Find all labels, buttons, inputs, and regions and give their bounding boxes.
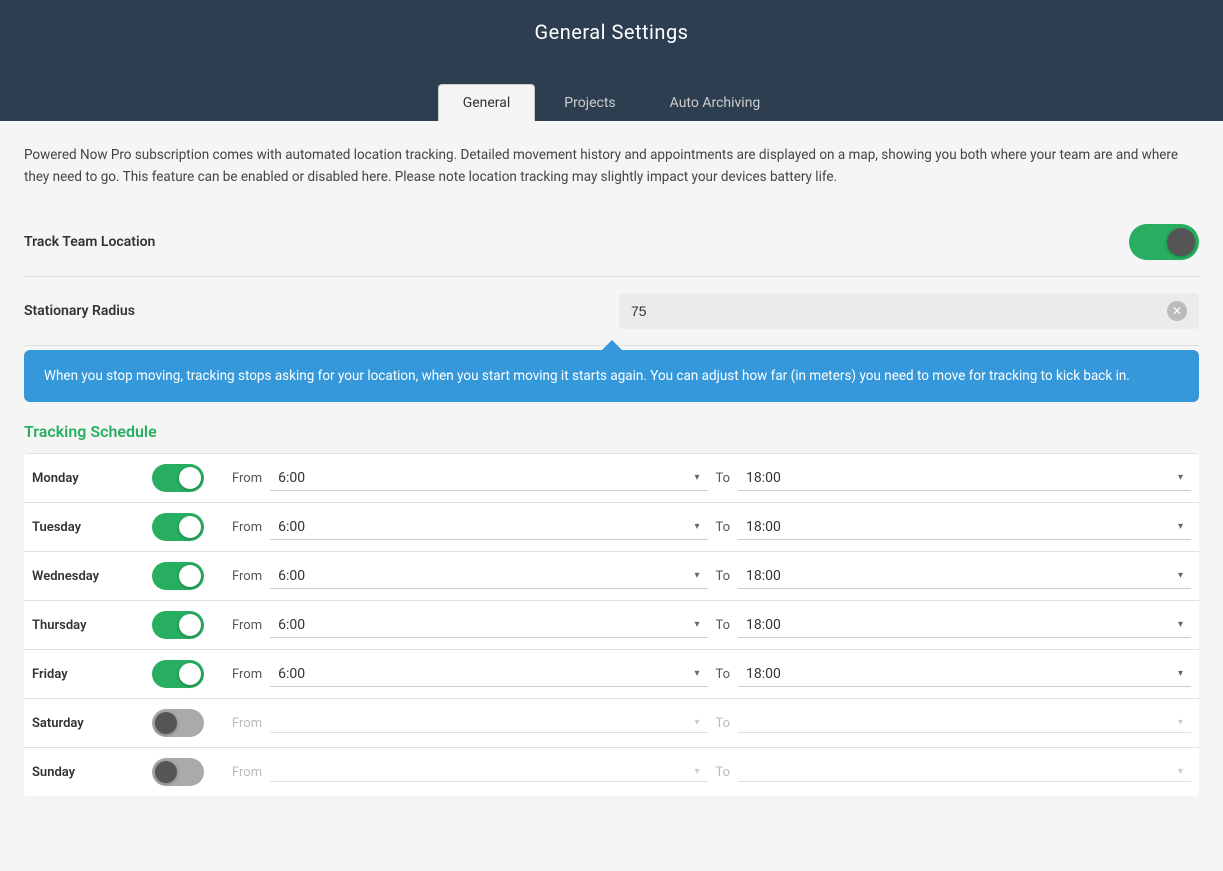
chevron-down-icon: ▾ — [1178, 766, 1183, 777]
tuesday-from-section: From 6:00 ▾ — [224, 515, 708, 540]
chevron-down-icon: ▾ — [1178, 472, 1183, 483]
thursday-to-section: To 18:00 ▾ — [708, 613, 1192, 638]
chevron-down-icon: ▾ — [1178, 570, 1183, 581]
from-label-sunday: From — [232, 765, 262, 780]
thursday-from-dropdown[interactable]: 6:00 ▾ — [270, 613, 707, 638]
stationary-radius-input[interactable] — [631, 303, 1167, 319]
friday-to-dropdown[interactable]: 18:00 ▾ — [738, 662, 1191, 687]
friday-to-section: To 18:00 ▾ — [708, 662, 1192, 687]
thursday-toggle[interactable] — [152, 611, 204, 639]
schedule-row-wednesday: Wednesday From 6:00 ▾ To 18:00 — [24, 552, 1199, 601]
day-monday: Monday — [32, 471, 152, 486]
day-tuesday: Tuesday — [32, 520, 152, 535]
from-label-saturday: From — [232, 716, 262, 731]
sunday-from-section: From ▾ — [224, 762, 708, 782]
to-label-wednesday: To — [716, 569, 731, 584]
tab-general[interactable]: General — [438, 84, 536, 121]
sunday-to-dropdown: ▾ — [738, 762, 1191, 782]
saturday-from-section: From ▾ — [224, 713, 708, 733]
to-label-tuesday: To — [716, 520, 731, 535]
schedule-row-sunday: Sunday From ▾ To ▾ — [24, 748, 1199, 796]
tab-projects[interactable]: Projects — [539, 84, 640, 121]
monday-from-dropdown[interactable]: 6:00 ▾ — [270, 466, 707, 491]
toggle-track — [1129, 224, 1199, 260]
day-thursday: Thursday — [32, 618, 152, 633]
chevron-down-icon: ▾ — [694, 717, 699, 728]
wednesday-from-dropdown[interactable]: 6:00 ▾ — [270, 564, 707, 589]
description-text: Powered Now Pro subscription comes with … — [24, 145, 1199, 188]
day-sunday: Sunday — [32, 765, 152, 780]
chevron-down-icon: ▾ — [694, 766, 699, 777]
friday-from-dropdown[interactable]: 6:00 ▾ — [270, 662, 707, 687]
stationary-radius-label: Stationary Radius — [24, 303, 135, 319]
from-label-wednesday: From — [232, 569, 262, 584]
chevron-down-icon: ▾ — [694, 472, 699, 483]
from-label-friday: From — [232, 667, 262, 682]
chevron-down-icon: ▾ — [694, 668, 699, 679]
sunday-from-dropdown: ▾ — [270, 762, 707, 782]
wednesday-from-section: From 6:00 ▾ — [224, 564, 708, 589]
chevron-down-icon: ▾ — [1178, 668, 1183, 679]
monday-to-section: To 18:00 ▾ — [708, 466, 1192, 491]
chevron-down-icon: ▾ — [1178, 521, 1183, 532]
track-team-location-row: Track Team Location — [24, 208, 1199, 277]
stationary-radius-row: Stationary Radius ✕ — [24, 277, 1199, 346]
tooltip-box: When you stop moving, tracking stops ask… — [24, 350, 1199, 402]
to-label-friday: To — [716, 667, 731, 682]
saturday-from-dropdown: ▾ — [270, 713, 707, 733]
friday-toggle[interactable] — [152, 660, 204, 688]
tuesday-toggle[interactable] — [152, 513, 204, 541]
tuesday-from-dropdown[interactable]: 6:00 ▾ — [270, 515, 707, 540]
track-team-location-toggle[interactable] — [1129, 224, 1199, 260]
friday-from-section: From 6:00 ▾ — [224, 662, 708, 687]
toggle-thumb — [1167, 228, 1195, 256]
tuesday-to-dropdown[interactable]: 18:00 ▾ — [738, 515, 1191, 540]
wednesday-to-section: To 18:00 ▾ — [708, 564, 1192, 589]
main-content: Powered Now Pro subscription comes with … — [0, 121, 1223, 796]
page-title: General Settings — [20, 20, 1203, 44]
from-label-thursday: From — [232, 618, 262, 633]
to-label-sunday: To — [716, 765, 731, 780]
wednesday-to-dropdown[interactable]: 18:00 ▾ — [738, 564, 1191, 589]
tabs-bar: General Projects Auto Archiving — [0, 64, 1223, 121]
thursday-to-dropdown[interactable]: 18:00 ▾ — [738, 613, 1191, 638]
sunday-to-section: To ▾ — [708, 762, 1192, 782]
tracking-schedule-title: Tracking Schedule — [24, 422, 1199, 441]
schedule-row-saturday: Saturday From ▾ To ▾ — [24, 699, 1199, 748]
chevron-down-icon: ▾ — [694, 619, 699, 630]
monday-to-dropdown[interactable]: 18:00 ▾ — [738, 466, 1191, 491]
page-header: General Settings — [0, 0, 1223, 64]
monday-from-section: From 6:00 ▾ — [224, 466, 708, 491]
wednesday-toggle[interactable] — [152, 562, 204, 590]
from-label-tuesday: From — [232, 520, 262, 535]
to-label-monday: To — [716, 471, 731, 486]
saturday-to-section: To ▾ — [708, 713, 1192, 733]
sunday-toggle[interactable] — [152, 758, 204, 786]
chevron-down-icon: ▾ — [694, 521, 699, 532]
tooltip-text: When you stop moving, tracking stops ask… — [44, 368, 1130, 384]
to-label-saturday: To — [716, 716, 731, 731]
schedule-row-friday: Friday From 6:00 ▾ To 18:00 ▾ — [24, 650, 1199, 699]
day-saturday: Saturday — [32, 716, 152, 731]
monday-toggle[interactable] — [152, 464, 204, 492]
track-team-location-label: Track Team Location — [24, 234, 155, 250]
day-wednesday: Wednesday — [32, 569, 152, 584]
tab-auto-archiving[interactable]: Auto Archiving — [645, 84, 786, 121]
tuesday-to-section: To 18:00 ▾ — [708, 515, 1192, 540]
chevron-down-icon: ▾ — [694, 570, 699, 581]
chevron-down-icon: ▾ — [1178, 717, 1183, 728]
saturday-toggle[interactable] — [152, 709, 204, 737]
saturday-to-dropdown: ▾ — [738, 713, 1191, 733]
to-label-thursday: To — [716, 618, 731, 633]
from-label-monday: From — [232, 471, 262, 486]
day-friday: Friday — [32, 667, 152, 682]
stationary-radius-input-wrapper: ✕ — [619, 293, 1199, 329]
schedule-row-tuesday: Tuesday From 6:00 ▾ To 18:00 — [24, 503, 1199, 552]
schedule-container: Monday From 6:00 ▾ To 18:00 ▾ — [24, 453, 1199, 796]
chevron-down-icon: ▾ — [1178, 619, 1183, 630]
schedule-row-monday: Monday From 6:00 ▾ To 18:00 ▾ — [24, 453, 1199, 503]
thursday-from-section: From 6:00 ▾ — [224, 613, 708, 638]
schedule-row-thursday: Thursday From 6:00 ▾ To 18:00 — [24, 601, 1199, 650]
clear-radius-button[interactable]: ✕ — [1167, 301, 1187, 321]
